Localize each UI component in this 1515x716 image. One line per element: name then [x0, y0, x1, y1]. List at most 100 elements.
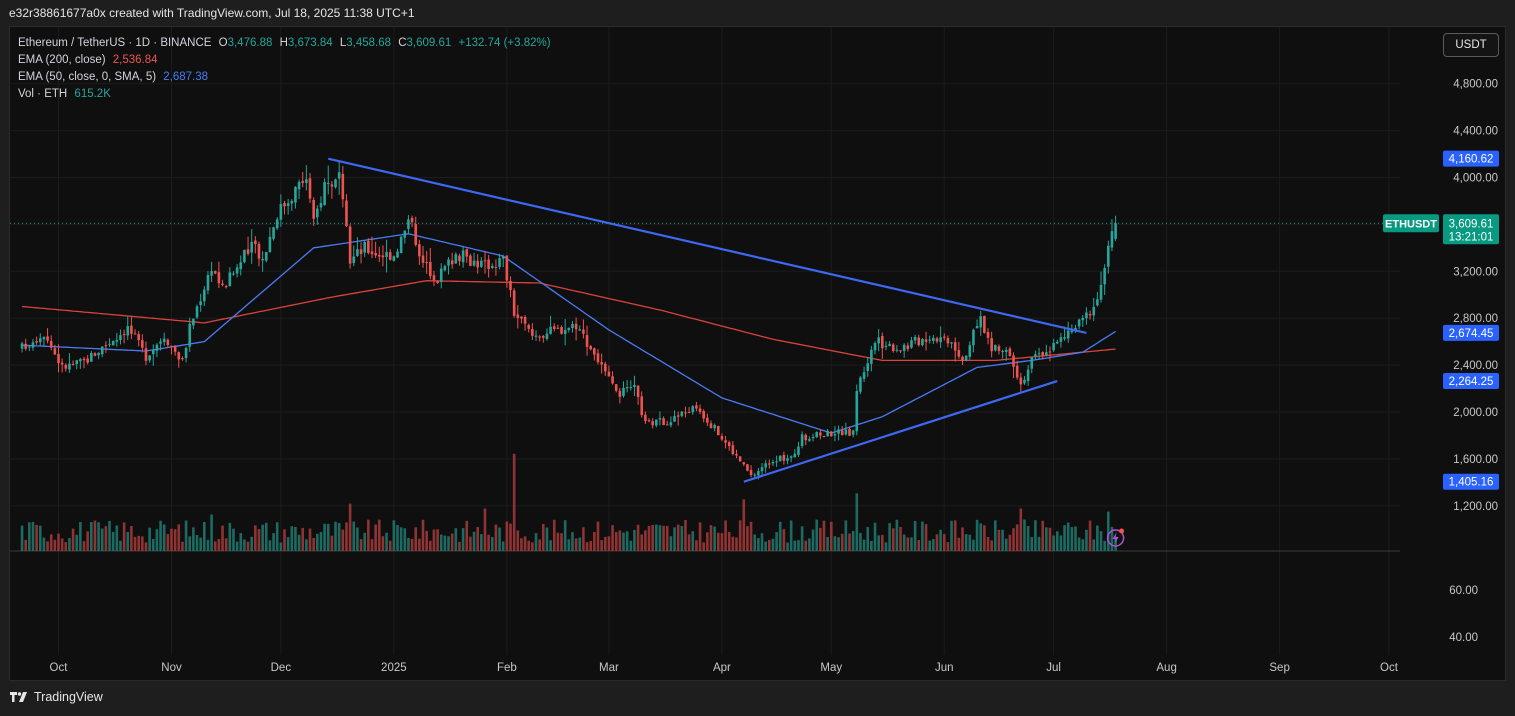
candle-body [352, 256, 356, 263]
candle-body [235, 267, 239, 274]
volume-bar [636, 524, 640, 551]
volume-bar [527, 540, 531, 551]
volume-bar [162, 524, 166, 551]
volume-bar [461, 528, 465, 551]
volume-bar [953, 520, 957, 551]
volume-bar [913, 520, 917, 551]
volume-bar [676, 524, 680, 551]
candle-body [538, 336, 541, 338]
volume-bar [108, 520, 111, 551]
volume-bar [305, 539, 308, 551]
candle-body [177, 352, 181, 360]
volume-bar [421, 519, 425, 551]
volume-bar [239, 533, 243, 551]
candle-body [319, 203, 323, 208]
candle-body [64, 364, 68, 369]
volume-bar [753, 534, 757, 551]
volume-bar [221, 525, 224, 551]
volume-bar [217, 539, 221, 551]
volume-bar [742, 499, 746, 551]
volume-bar [571, 532, 574, 551]
open-value: 3,476.88 [227, 37, 273, 49]
volume-bar [877, 535, 880, 551]
volume-bar [534, 533, 538, 551]
candle-body [122, 333, 126, 336]
volume-bar [1081, 539, 1085, 551]
candle-body [97, 352, 100, 356]
volume-bar [538, 539, 541, 551]
candle-body [57, 353, 60, 364]
volume-bar [625, 531, 629, 551]
volume-bar [990, 540, 993, 551]
candle-body [961, 356, 964, 361]
volume-bar [786, 542, 789, 551]
volume-bar [935, 534, 939, 551]
candle-body [658, 418, 662, 420]
candle-body [447, 259, 450, 266]
candle-body [582, 329, 585, 334]
candle-body [578, 329, 582, 331]
volume-bar [702, 542, 705, 551]
candle-body [257, 243, 261, 259]
candle-body [359, 249, 363, 254]
currency-button[interactable]: USDT [1443, 33, 1499, 57]
candle-body [1045, 352, 1048, 356]
candle-body [38, 338, 42, 343]
candle-body [735, 454, 738, 456]
candle-body [764, 463, 767, 468]
volume-bar [1015, 524, 1019, 551]
candle-body [316, 208, 319, 218]
chart-frame[interactable]: 4,800.00 4,400.00 4,000.00 3,200.00 2,800.00… [9, 26, 1506, 681]
candle-body [418, 244, 421, 257]
volume-bar [250, 536, 253, 551]
symbol-label-text: ETHUSDT [1385, 218, 1437, 230]
open-label: O [218, 37, 228, 49]
candle-body [377, 254, 381, 257]
candle-body [731, 445, 735, 455]
volume-bar [749, 521, 753, 551]
volume-bar [932, 539, 935, 551]
volume-bar [195, 535, 199, 551]
volume-row[interactable]: Vol · ETH 615.2K [18, 86, 551, 103]
candle-body [28, 346, 31, 348]
volume-bar [644, 530, 647, 551]
volume-bar [691, 531, 695, 551]
volume-bar [283, 529, 286, 551]
volume-bar [261, 524, 264, 551]
volume-bar [826, 537, 829, 551]
volume-bar [523, 536, 527, 551]
volume-tick-label: 60.00 [1449, 585, 1478, 597]
volume-bar [1074, 526, 1077, 551]
price-chart[interactable]: 4,800.00 4,400.00 4,000.00 3,200.00 2,800.00… [10, 27, 1506, 681]
candle-body [950, 342, 953, 344]
candle-body [363, 242, 366, 253]
ema50-row[interactable]: EMA (50, close, 0, SMA, 5) 2,687.38 [18, 69, 551, 86]
candle-body [797, 446, 800, 455]
volume-bar [257, 529, 261, 551]
candle-body [60, 362, 64, 365]
volume-value: 615.2K [74, 88, 111, 100]
candle-body [746, 464, 749, 471]
symbol-label[interactable]: Ethereum / TetherUS · 1D · BINANCE [18, 37, 211, 49]
candle-body [651, 421, 654, 426]
volume-bar [735, 537, 738, 551]
volume-bar [97, 522, 100, 551]
close-value: 3,609.61 [406, 37, 452, 49]
volume-bar [574, 538, 578, 551]
volume-bar [148, 527, 151, 551]
candle-body [691, 406, 695, 413]
footer-brand[interactable]: TradingView [10, 690, 103, 704]
volume-bar [975, 519, 979, 551]
volume-bar [771, 538, 775, 551]
ema200-row[interactable]: EMA (200, close) 2,536.84 [18, 52, 551, 69]
candle-body [170, 345, 173, 347]
candle-body [407, 219, 410, 229]
candle-body [695, 405, 698, 409]
volume-bar [961, 527, 964, 551]
price-tick-label: 4,000.00 [1453, 173, 1498, 185]
volume-bar [341, 529, 345, 551]
candle-body [173, 345, 177, 352]
candle-body [498, 258, 501, 267]
candle-body [232, 273, 235, 275]
volume-bar [111, 531, 115, 551]
